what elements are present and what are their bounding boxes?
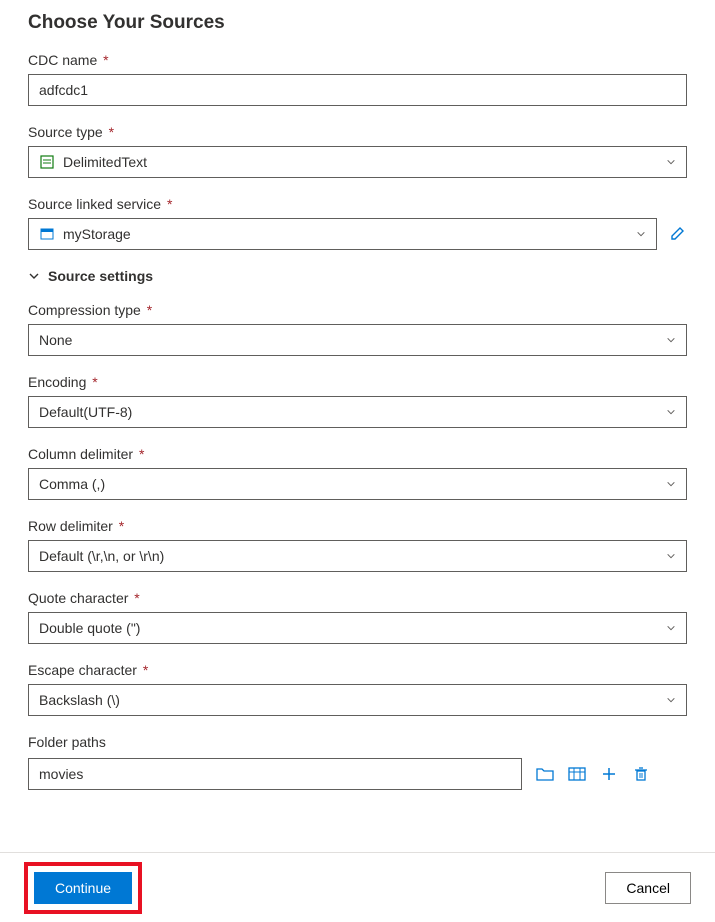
- delimited-text-icon: [39, 154, 55, 170]
- field-folder-paths: Folder paths: [28, 734, 687, 790]
- column-delimiter-select[interactable]: Comma (,): [28, 468, 687, 500]
- chevron-down-icon: [666, 695, 676, 705]
- required-asterisk-icon: *: [167, 196, 172, 212]
- chevron-down-icon: [28, 270, 40, 282]
- page-title: Choose Your Sources: [28, 12, 687, 34]
- edit-linked-service-button[interactable]: [667, 224, 687, 244]
- source-linked-service-select[interactable]: myStorage: [28, 218, 657, 250]
- source-settings-toggle[interactable]: Source settings: [28, 268, 687, 284]
- compression-type-value: None: [39, 332, 666, 348]
- encoding-select[interactable]: Default(UTF-8): [28, 396, 687, 428]
- chevron-down-icon: [666, 623, 676, 633]
- chevron-down-icon: [666, 335, 676, 345]
- cancel-button[interactable]: Cancel: [605, 872, 691, 904]
- required-asterisk-icon: *: [103, 52, 108, 68]
- column-delimiter-value: Comma (,): [39, 476, 666, 492]
- required-asterisk-icon: *: [147, 302, 152, 318]
- encoding-value: Default(UTF-8): [39, 404, 666, 420]
- chevron-down-icon: [666, 157, 676, 167]
- required-asterisk-icon: *: [143, 662, 148, 678]
- quote-character-select[interactable]: Double quote ("): [28, 612, 687, 644]
- cdc-name-label: CDC name *: [28, 52, 687, 68]
- row-delimiter-label: Row delimiter *: [28, 518, 687, 534]
- field-encoding: Encoding * Default(UTF-8): [28, 374, 687, 428]
- field-escape-character: Escape character * Backslash (\): [28, 662, 687, 716]
- required-asterisk-icon: *: [134, 590, 139, 606]
- chevron-down-icon: [666, 479, 676, 489]
- quote-character-label: Quote character *: [28, 590, 687, 606]
- quote-character-value: Double quote ("): [39, 620, 666, 636]
- escape-character-label: Escape character *: [28, 662, 687, 678]
- footer: Continue Cancel: [0, 852, 715, 922]
- chevron-down-icon: [666, 407, 676, 417]
- row-delimiter-select[interactable]: Default (\r,\n, or \r\n): [28, 540, 687, 572]
- field-column-delimiter: Column delimiter * Comma (,): [28, 446, 687, 500]
- cdc-name-input[interactable]: [28, 74, 687, 106]
- source-linked-service-label: Source linked service *: [28, 196, 687, 212]
- escape-character-select[interactable]: Backslash (\): [28, 684, 687, 716]
- required-asterisk-icon: *: [92, 374, 97, 390]
- compression-type-label: Compression type *: [28, 302, 687, 318]
- delete-path-button[interactable]: [632, 765, 650, 783]
- required-asterisk-icon: *: [119, 518, 124, 534]
- required-asterisk-icon: *: [109, 124, 114, 140]
- field-row-delimiter: Row delimiter * Default (\r,\n, or \r\n): [28, 518, 687, 572]
- add-path-button[interactable]: [600, 765, 618, 783]
- row-delimiter-value: Default (\r,\n, or \r\n): [39, 548, 666, 564]
- continue-highlight-box: Continue: [24, 862, 142, 914]
- source-type-label: Source type *: [28, 124, 687, 140]
- escape-character-value: Backslash (\): [39, 692, 666, 708]
- folder-paths-label: Folder paths: [28, 734, 687, 750]
- compression-type-select[interactable]: None: [28, 324, 687, 356]
- field-quote-character: Quote character * Double quote ("): [28, 590, 687, 644]
- chevron-down-icon: [636, 229, 646, 239]
- source-linked-service-value: myStorage: [63, 226, 636, 242]
- browse-folder-button[interactable]: [536, 765, 554, 783]
- folder-paths-input[interactable]: [28, 758, 522, 790]
- storage-icon: [39, 226, 55, 242]
- continue-button[interactable]: Continue: [34, 872, 132, 904]
- source-settings-label: Source settings: [48, 268, 153, 284]
- preview-data-button[interactable]: [568, 765, 586, 783]
- field-cdc-name: CDC name *: [28, 52, 687, 106]
- source-type-value: DelimitedText: [63, 154, 666, 170]
- field-source-linked-service: Source linked service * myStorage: [28, 196, 687, 250]
- column-delimiter-label: Column delimiter *: [28, 446, 687, 462]
- encoding-label: Encoding *: [28, 374, 687, 390]
- chevron-down-icon: [666, 551, 676, 561]
- field-source-type: Source type * DelimitedText: [28, 124, 687, 178]
- required-asterisk-icon: *: [139, 446, 144, 462]
- field-compression-type: Compression type * None: [28, 302, 687, 356]
- source-type-select[interactable]: DelimitedText: [28, 146, 687, 178]
